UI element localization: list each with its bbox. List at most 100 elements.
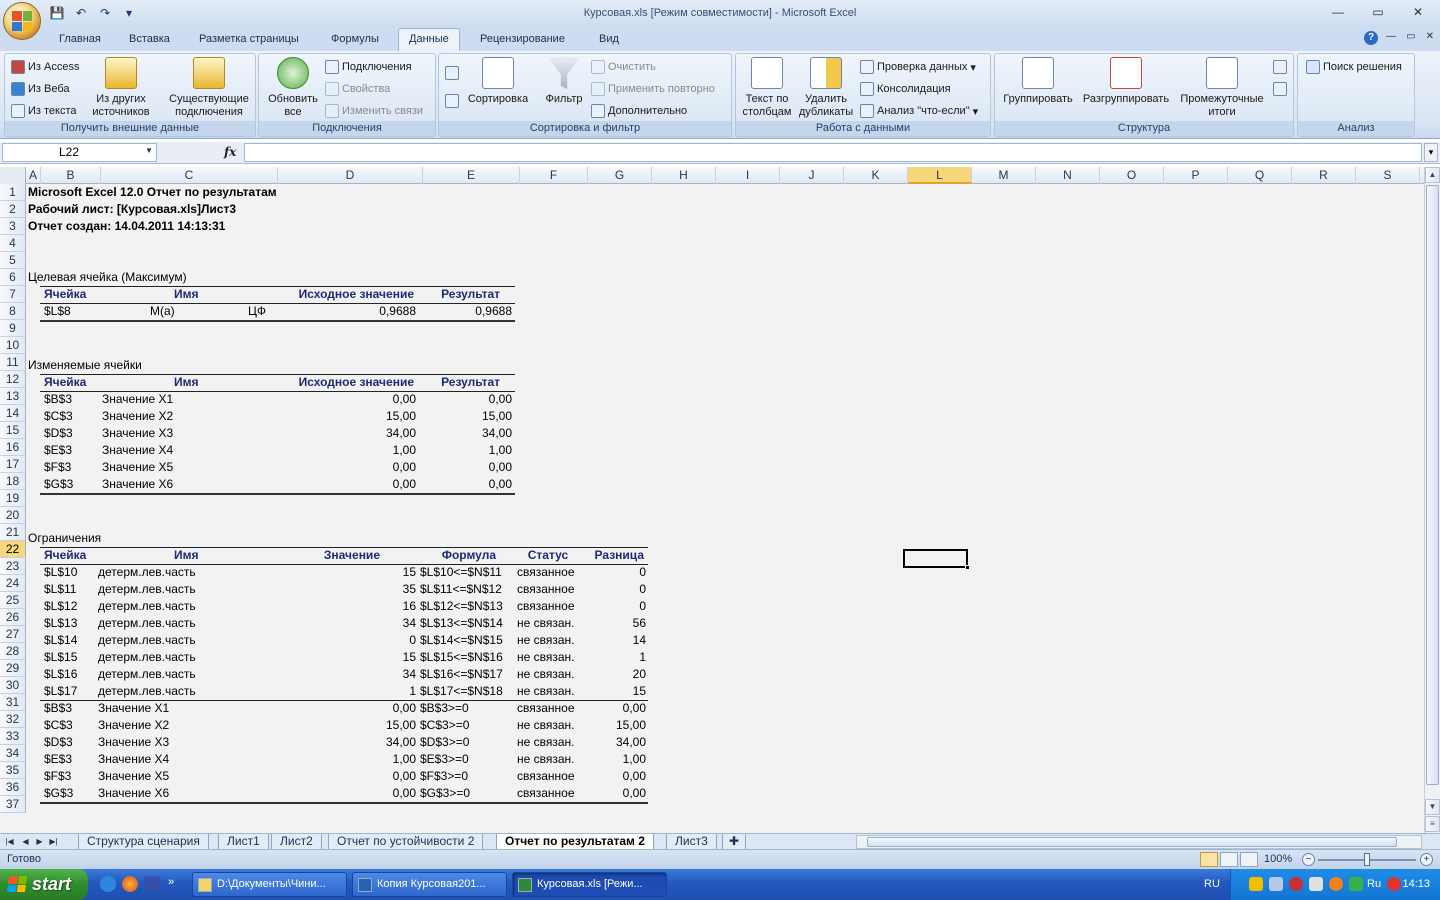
zoom-level[interactable]: 100%	[1264, 853, 1292, 865]
sort-az-button[interactable]	[445, 66, 459, 80]
remove-duplicates-button[interactable]: Удалить дубликаты	[796, 57, 856, 119]
filter-button[interactable]: Фильтр	[539, 57, 589, 106]
row-header-25[interactable]: 25	[0, 592, 26, 609]
column-header-k[interactable]: K	[844, 167, 908, 184]
tab-home[interactable]: Главная	[59, 32, 101, 51]
sheet-tab-sensitivity[interactable]: Отчет по устойчивости 2	[328, 834, 484, 850]
properties-button[interactable]: Свойства	[325, 82, 390, 96]
row-header-23[interactable]: 23	[0, 558, 26, 575]
select-all-corner[interactable]	[0, 167, 26, 184]
workbook-close-icon[interactable]: ✕	[1426, 31, 1434, 42]
workbook-restore-icon[interactable]: ▭	[1406, 31, 1415, 42]
column-header-p[interactable]: P	[1164, 167, 1228, 184]
help-icon[interactable]: ?	[1364, 31, 1378, 45]
column-header-h[interactable]: H	[652, 167, 716, 184]
column-header-l[interactable]: L	[908, 167, 972, 184]
row-header-18[interactable]: 18	[0, 473, 26, 490]
task-excel[interactable]: Курсовая.xls [Режи...	[512, 872, 667, 897]
scroll-down-icon[interactable]: ▼	[1425, 799, 1440, 815]
column-header-i[interactable]: I	[716, 167, 780, 184]
zoom-slider-thumb[interactable]	[1364, 853, 1370, 866]
row-header-2[interactable]: 2	[0, 201, 26, 218]
split-icon[interactable]: ≡	[1425, 816, 1440, 832]
row-header-36[interactable]: 36	[0, 779, 26, 796]
consolidate-button[interactable]: Консолидация	[860, 82, 951, 96]
connections-button[interactable]: Подключения	[325, 60, 412, 74]
tray-volume-icon[interactable]	[1309, 877, 1323, 891]
row-header-7[interactable]: 7	[0, 286, 26, 303]
last-sheet-icon[interactable]: ▶|	[48, 835, 59, 848]
page-layout-view-icon[interactable]	[1220, 852, 1238, 867]
row-header-27[interactable]: 27	[0, 626, 26, 643]
row-header-4[interactable]: 4	[0, 235, 26, 252]
column-header-f[interactable]: F	[520, 167, 588, 184]
group-button[interactable]: Группировать	[997, 57, 1079, 106]
reapply-button[interactable]: Применить повторно	[591, 82, 715, 96]
ungroup-button[interactable]: Разгруппировать	[1079, 57, 1173, 106]
existing-connections-button[interactable]: Существующие подключения	[167, 57, 251, 119]
start-button[interactable]: start	[0, 869, 88, 900]
row-header-12[interactable]: 12	[0, 371, 26, 388]
tray-signal-icon[interactable]	[1387, 877, 1401, 891]
row-header-34[interactable]: 34	[0, 745, 26, 762]
zoom-out-icon[interactable]: −	[1302, 853, 1315, 866]
solver-button[interactable]: Поиск решения	[1306, 60, 1402, 74]
refresh-all-button[interactable]: Обновить все	[262, 57, 324, 119]
sheet-tab-list1[interactable]: Лист1	[218, 834, 269, 850]
row-header-9[interactable]: 9	[0, 320, 26, 337]
active-cell-selection[interactable]	[903, 549, 968, 568]
tab-insert[interactable]: Вставка	[129, 32, 170, 51]
sheet-tab-results[interactable]: Отчет по результатам 2	[496, 834, 654, 850]
row-header-19[interactable]: 19	[0, 490, 26, 507]
row-header-28[interactable]: 28	[0, 643, 26, 660]
row-header-6[interactable]: 6	[0, 269, 26, 286]
hide-detail-button[interactable]	[1273, 82, 1287, 96]
row-header-17[interactable]: 17	[0, 456, 26, 473]
minimize-button[interactable]: —	[1320, 2, 1356, 22]
tray-app-icon[interactable]	[1329, 877, 1343, 891]
sort-za-button[interactable]	[445, 94, 459, 108]
vertical-scrollbar[interactable]: ▲ ▼ ≡	[1424, 167, 1440, 833]
restore-button[interactable]: ▭	[1360, 2, 1396, 22]
zoom-in-icon[interactable]: +	[1420, 853, 1433, 866]
column-header-e[interactable]: E	[423, 167, 520, 184]
data-validation-button[interactable]: Проверка данных ▾	[860, 60, 976, 74]
clear-button[interactable]: Очистить	[591, 60, 656, 74]
row-header-5[interactable]: 5	[0, 252, 26, 269]
column-header-c[interactable]: C	[101, 167, 278, 184]
what-if-button[interactable]: Анализ "что-если" ▾	[860, 104, 978, 118]
from-text-button[interactable]: Из текста	[11, 104, 77, 118]
row-header-20[interactable]: 20	[0, 507, 26, 524]
from-web-button[interactable]: Из Веба	[11, 82, 70, 96]
from-access-button[interactable]: Из Access	[11, 60, 79, 74]
next-sheet-icon[interactable]: ▶	[34, 835, 45, 848]
tab-formulas[interactable]: Формулы	[331, 32, 379, 51]
row-header-21[interactable]: 21	[0, 524, 26, 541]
task-explorer[interactable]: D:\Документы\Чини...	[192, 872, 347, 897]
tray-security-icon[interactable]	[1349, 877, 1363, 891]
row-header-26[interactable]: 26	[0, 609, 26, 626]
row-header-1[interactable]: 1	[0, 184, 26, 201]
name-box[interactable]: L22	[2, 143, 157, 162]
sheet-tab-scenario[interactable]: Структура сценария	[78, 834, 209, 850]
language-indicator[interactable]: RU	[1204, 878, 1220, 890]
formula-input[interactable]	[244, 143, 1422, 162]
first-sheet-icon[interactable]: |◀	[4, 835, 15, 848]
prev-sheet-icon[interactable]: ◀	[20, 835, 31, 848]
row-header-37[interactable]: 37	[0, 796, 26, 813]
edit-links-button[interactable]: Изменить связи	[325, 104, 423, 118]
sort-button[interactable]: Сортировка	[465, 57, 531, 106]
advanced-button[interactable]: Дополнительно	[591, 104, 687, 118]
tab-data[interactable]: Данные	[398, 28, 460, 51]
row-header-32[interactable]: 32	[0, 711, 26, 728]
close-button[interactable]: ✕	[1400, 2, 1436, 22]
column-header-o[interactable]: O	[1100, 167, 1164, 184]
row-header-24[interactable]: 24	[0, 575, 26, 592]
row-header-30[interactable]: 30	[0, 677, 26, 694]
sheet-tab-list2[interactable]: Лист2	[271, 834, 322, 850]
row-header-15[interactable]: 15	[0, 422, 26, 439]
horizontal-scroll-thumb[interactable]	[867, 837, 1397, 847]
cells-area[interactable]: Microsoft Excel 12.0 Отчет по результата…	[26, 184, 1424, 833]
scroll-up-icon[interactable]: ▲	[1425, 167, 1440, 183]
insert-sheet-icon[interactable]: ✚	[722, 834, 747, 850]
